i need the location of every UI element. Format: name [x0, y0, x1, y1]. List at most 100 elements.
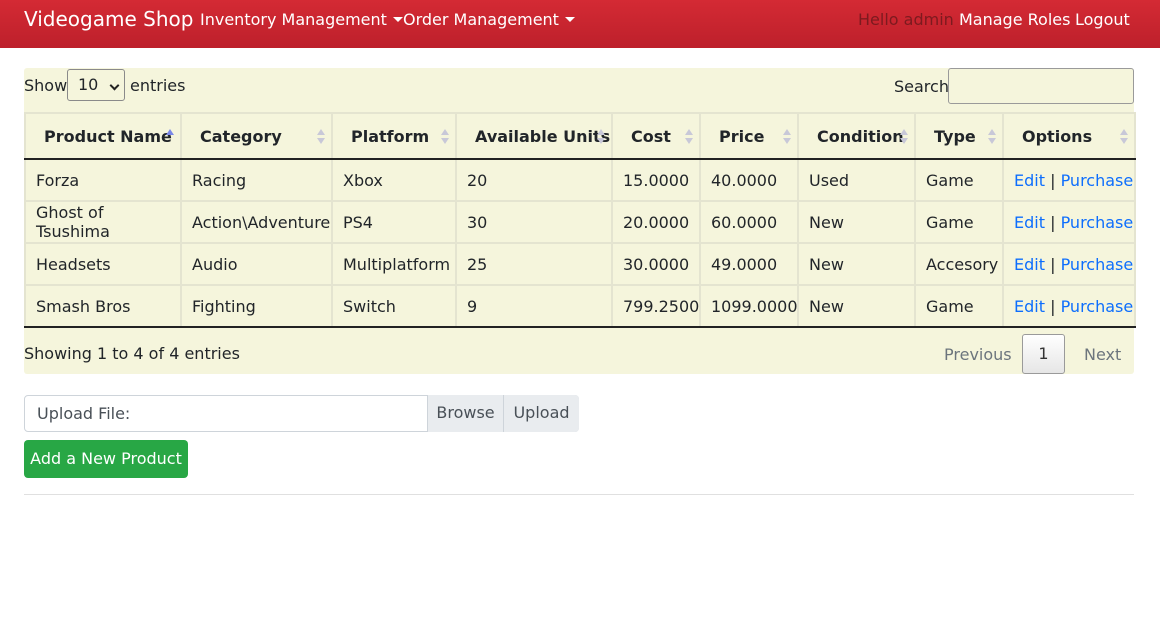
column-header-platform[interactable]: Platform [331, 112, 457, 160]
pagination-previous[interactable]: Previous [944, 345, 1012, 364]
cell-product-name: Forza [24, 158, 182, 202]
cell-price: 1099.0000 [699, 284, 799, 328]
column-header-available-units[interactable]: Available Units [455, 112, 613, 160]
cell-product-name: Smash Bros [24, 284, 182, 328]
table-row: Forza Racing Xbox 20 15.0000 40.0000 Use… [24, 158, 1136, 202]
options-separator: | [1050, 170, 1056, 190]
column-header-label: Condition [817, 126, 904, 146]
edit-link[interactable]: Edit [1014, 213, 1045, 232]
column-header-options[interactable]: Options [1002, 112, 1136, 160]
purchase-link[interactable]: Purchase [1061, 297, 1134, 316]
table-row: Headsets Audio Multiplatform 25 30.0000 … [24, 242, 1136, 286]
cell-cost: 799.2500 [611, 284, 701, 328]
inventory-management-menu[interactable]: Inventory Management [200, 10, 403, 29]
greeting-text: Hello admin [858, 10, 954, 29]
sort-ascending-icon [166, 129, 174, 145]
edit-link[interactable]: Edit [1014, 297, 1045, 316]
column-header-label: Type [934, 126, 976, 146]
column-header-category[interactable]: Category [180, 112, 333, 160]
cell-cost: 15.0000 [611, 158, 701, 202]
manage-roles-link[interactable]: Manage Roles [959, 10, 1070, 29]
sort-icon [783, 129, 791, 145]
caret-down-icon [564, 17, 575, 22]
options-separator: | [1050, 254, 1056, 274]
column-header-label: Platform [351, 126, 430, 146]
cell-options: Edit | Purchase [1002, 284, 1136, 328]
search-input[interactable] [948, 68, 1134, 104]
table-row: Ghost of Tsushima Action\Adventure PS4 3… [24, 200, 1136, 244]
column-header-label: Options [1022, 126, 1093, 146]
cell-type: Game [914, 158, 1004, 202]
cell-price: 49.0000 [699, 242, 799, 286]
cell-condition: Used [797, 158, 916, 202]
cell-available-units: 9 [455, 284, 613, 328]
cell-condition: New [797, 242, 916, 286]
edit-link[interactable]: Edit [1014, 171, 1045, 190]
upload-file-group: Upload File: Browse Upload [24, 395, 579, 432]
cell-options: Edit | Purchase [1002, 200, 1136, 244]
purchase-link[interactable]: Purchase [1061, 171, 1134, 190]
navbar: Videogame Shop Inventory Management Orde… [0, 0, 1160, 48]
table-info: Showing 1 to 4 of 4 entries [24, 344, 240, 363]
cell-type: Game [914, 284, 1004, 328]
cell-category: Racing [180, 158, 333, 202]
upload-button[interactable]: Upload [503, 395, 579, 432]
sort-icon [988, 129, 996, 145]
table-header-row: Product Name Category Platform Available… [24, 112, 1136, 160]
column-header-condition[interactable]: Condition [797, 112, 916, 160]
add-new-product-button[interactable]: Add a New Product [24, 440, 188, 478]
cell-options: Edit | Purchase [1002, 242, 1136, 286]
cell-platform: Switch [331, 284, 457, 328]
column-header-type[interactable]: Type [914, 112, 1004, 160]
cell-condition: New [797, 200, 916, 244]
cell-available-units: 25 [455, 242, 613, 286]
cell-condition: New [797, 284, 916, 328]
cell-platform: Multiplatform [331, 242, 457, 286]
sort-icon [900, 129, 908, 145]
cell-type: Game [914, 200, 1004, 244]
cell-price: 40.0000 [699, 158, 799, 202]
column-header-label: Price [719, 126, 765, 146]
upload-file-input[interactable]: Upload File: [37, 404, 130, 423]
cell-price: 60.0000 [699, 200, 799, 244]
cell-platform: PS4 [331, 200, 457, 244]
sort-icon [597, 129, 605, 145]
options-separator: | [1050, 212, 1056, 232]
chevron-down-icon [109, 80, 120, 91]
options-separator: | [1050, 296, 1056, 316]
cell-category: Fighting [180, 284, 333, 328]
column-header-label: Cost [631, 126, 671, 146]
purchase-link[interactable]: Purchase [1061, 255, 1134, 274]
edit-link[interactable]: Edit [1014, 255, 1045, 274]
column-header-cost[interactable]: Cost [611, 112, 701, 160]
cell-type: Accesory [914, 242, 1004, 286]
brand-link[interactable]: Videogame Shop [24, 7, 193, 31]
pagination-page-1[interactable]: 1 [1022, 334, 1065, 374]
cell-platform: Xbox [331, 158, 457, 202]
column-header-price[interactable]: Price [699, 112, 799, 160]
products-table: Product Name Category Platform Available… [24, 112, 1136, 328]
purchase-link[interactable]: Purchase [1061, 213, 1134, 232]
order-management-menu[interactable]: Order Management [403, 10, 575, 29]
column-header-label: Category [200, 126, 282, 146]
sort-icon [441, 129, 449, 145]
order-menu-label: Order Management [403, 10, 559, 29]
entries-per-page-value: 10 [78, 75, 99, 94]
show-label: Show [24, 76, 68, 95]
cell-product-name: Headsets [24, 242, 182, 286]
browse-button[interactable]: Browse [427, 395, 503, 432]
entries-per-page-select[interactable]: 10 [67, 69, 125, 101]
cell-product-name: Ghost of Tsushima [24, 200, 182, 244]
divider [24, 494, 1134, 495]
sort-icon [1120, 129, 1128, 145]
products-table-panel: Show 10 entries Search: Product Name Cat… [24, 68, 1136, 374]
cell-cost: 20.0000 [611, 200, 701, 244]
cell-cost: 30.0000 [611, 242, 701, 286]
cell-available-units: 20 [455, 158, 613, 202]
column-header-product-name[interactable]: Product Name [24, 112, 182, 160]
search-label: Search: [894, 77, 955, 96]
cell-category: Audio [180, 242, 333, 286]
inventory-menu-label: Inventory Management [200, 10, 387, 29]
logout-link[interactable]: Logout [1075, 10, 1130, 29]
pagination-next[interactable]: Next [1084, 345, 1121, 364]
